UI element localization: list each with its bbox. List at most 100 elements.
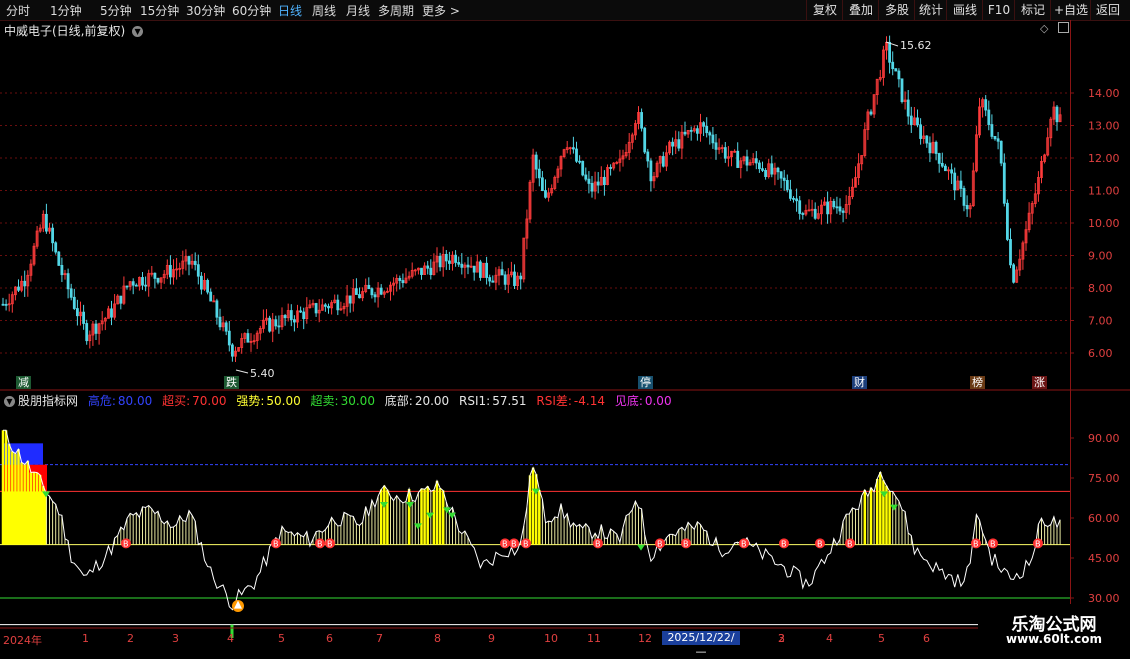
candle-body: [987, 109, 991, 125]
candle-body: [900, 78, 904, 102]
event-tag-rise[interactable]: 涨: [1032, 376, 1047, 389]
svg-text:B: B: [973, 539, 979, 548]
osc-axis-label: 75.00: [1088, 472, 1120, 485]
chevron-down-icon[interactable]: ▼: [132, 26, 144, 37]
candle-body: [206, 280, 210, 293]
candle-body: [283, 315, 287, 319]
sell-arrow-icon: [406, 502, 414, 508]
candle-body: [711, 134, 715, 144]
month-label: 3: [172, 632, 179, 645]
candle-body: [141, 277, 144, 286]
candle-body: [702, 122, 705, 127]
candle-body: [745, 156, 749, 166]
param-rsi1: RSI1: 57.51: [459, 394, 527, 408]
candle-body: [801, 213, 805, 215]
candle-body: [984, 99, 988, 111]
candle-body: [646, 151, 650, 162]
candle-body: [69, 288, 73, 298]
kline-chart[interactable]: BBBBBBBBBBBBBBBBB 14.0013.0012.0011.0010…: [0, 0, 1130, 650]
candle-body: [513, 271, 516, 286]
candle-body: [1012, 264, 1015, 283]
month-label: 8: [434, 632, 441, 645]
candle-body: [770, 163, 774, 175]
svg-text:B: B: [523, 539, 529, 548]
candle-body: [643, 127, 647, 153]
buy-signal-icon: B: [325, 538, 335, 549]
svg-text:B: B: [817, 539, 823, 548]
candle-body: [153, 272, 157, 279]
buy-signal-icon: B: [779, 538, 789, 549]
candle-body: [500, 269, 504, 276]
candle-body: [1, 303, 5, 306]
candle-body: [934, 141, 938, 154]
osc-axis-label: 45.00: [1088, 552, 1120, 565]
diamond-icon[interactable]: ◇: [1040, 22, 1048, 35]
buy-signal-icon: B: [315, 538, 325, 549]
candle-body: [447, 260, 451, 264]
event-tag-halt[interactable]: 停: [638, 376, 653, 389]
candle-body: [420, 267, 423, 275]
month-label: 4: [826, 632, 833, 645]
event-tag-drop[interactable]: 跌: [224, 376, 239, 389]
candle-body: [776, 167, 780, 173]
candle-body: [199, 275, 203, 290]
candle-body: [72, 296, 76, 309]
candle-body: [144, 284, 148, 287]
candle-body: [168, 265, 172, 278]
price-axis-label: 12.00: [1088, 152, 1120, 165]
month-label: 6: [326, 632, 333, 645]
candle-body: [962, 188, 966, 206]
window-toggle-icon[interactable]: [1058, 22, 1069, 33]
candle-body: [897, 70, 901, 80]
indicator-menu-icon[interactable]: ▼: [4, 396, 15, 407]
param-high-risk: 高危: 80.00: [87, 394, 153, 408]
buy-signal-icon: B: [988, 538, 998, 549]
candle-body: [906, 99, 910, 117]
candle-body: [999, 140, 1003, 164]
candle-body: [919, 124, 922, 139]
candle-body: [110, 308, 113, 318]
svg-text:B: B: [511, 539, 517, 548]
candle-body: [94, 323, 98, 334]
event-tag-finance[interactable]: 财: [852, 376, 867, 389]
candle-body: [156, 277, 160, 283]
candle-body: [661, 156, 665, 167]
candle-body: [940, 162, 944, 167]
candle-body: [537, 168, 541, 179]
candle-body: [193, 260, 197, 266]
svg-text:B: B: [741, 539, 747, 548]
watermark-url: www.60lt.com: [1005, 632, 1103, 646]
low-marker: [235, 369, 249, 374]
candle-body: [519, 275, 523, 280]
candle-body: [1002, 162, 1006, 204]
month-label: 2: [127, 632, 134, 645]
candle-body: [835, 206, 839, 209]
month-label: 12: [638, 632, 652, 645]
candle-body: [996, 138, 1000, 142]
month-label: 4: [227, 632, 234, 645]
candle-body: [370, 288, 374, 296]
high-price-label: 15.62: [900, 39, 932, 52]
candle-body: [125, 285, 129, 288]
candle-body: [869, 111, 873, 115]
candle-body: [953, 172, 957, 191]
candle-body: [764, 170, 767, 177]
svg-text:B: B: [847, 539, 853, 548]
candle-body: [454, 254, 458, 263]
event-tag-reduce[interactable]: 减: [16, 376, 31, 389]
candle-body: [277, 325, 281, 328]
candle-body: [689, 129, 693, 132]
param-overbought: 超买: 70.00: [162, 394, 227, 408]
svg-text:B: B: [990, 539, 996, 548]
buy-signal-icon: B: [845, 538, 855, 549]
indicator-name[interactable]: 股朋指标网: [18, 394, 78, 408]
candle-body: [603, 176, 606, 185]
month-label: 1: [82, 632, 89, 645]
buy-signal-icon: B: [521, 538, 531, 549]
month-label: 11: [587, 632, 601, 645]
price-axis-label: 14.00: [1088, 87, 1120, 100]
candle-body: [596, 181, 600, 186]
candle-body: [215, 300, 219, 318]
param-rsi-diff: RSI差: -4.14: [536, 394, 605, 408]
event-tag-list[interactable]: 榜: [970, 376, 985, 389]
